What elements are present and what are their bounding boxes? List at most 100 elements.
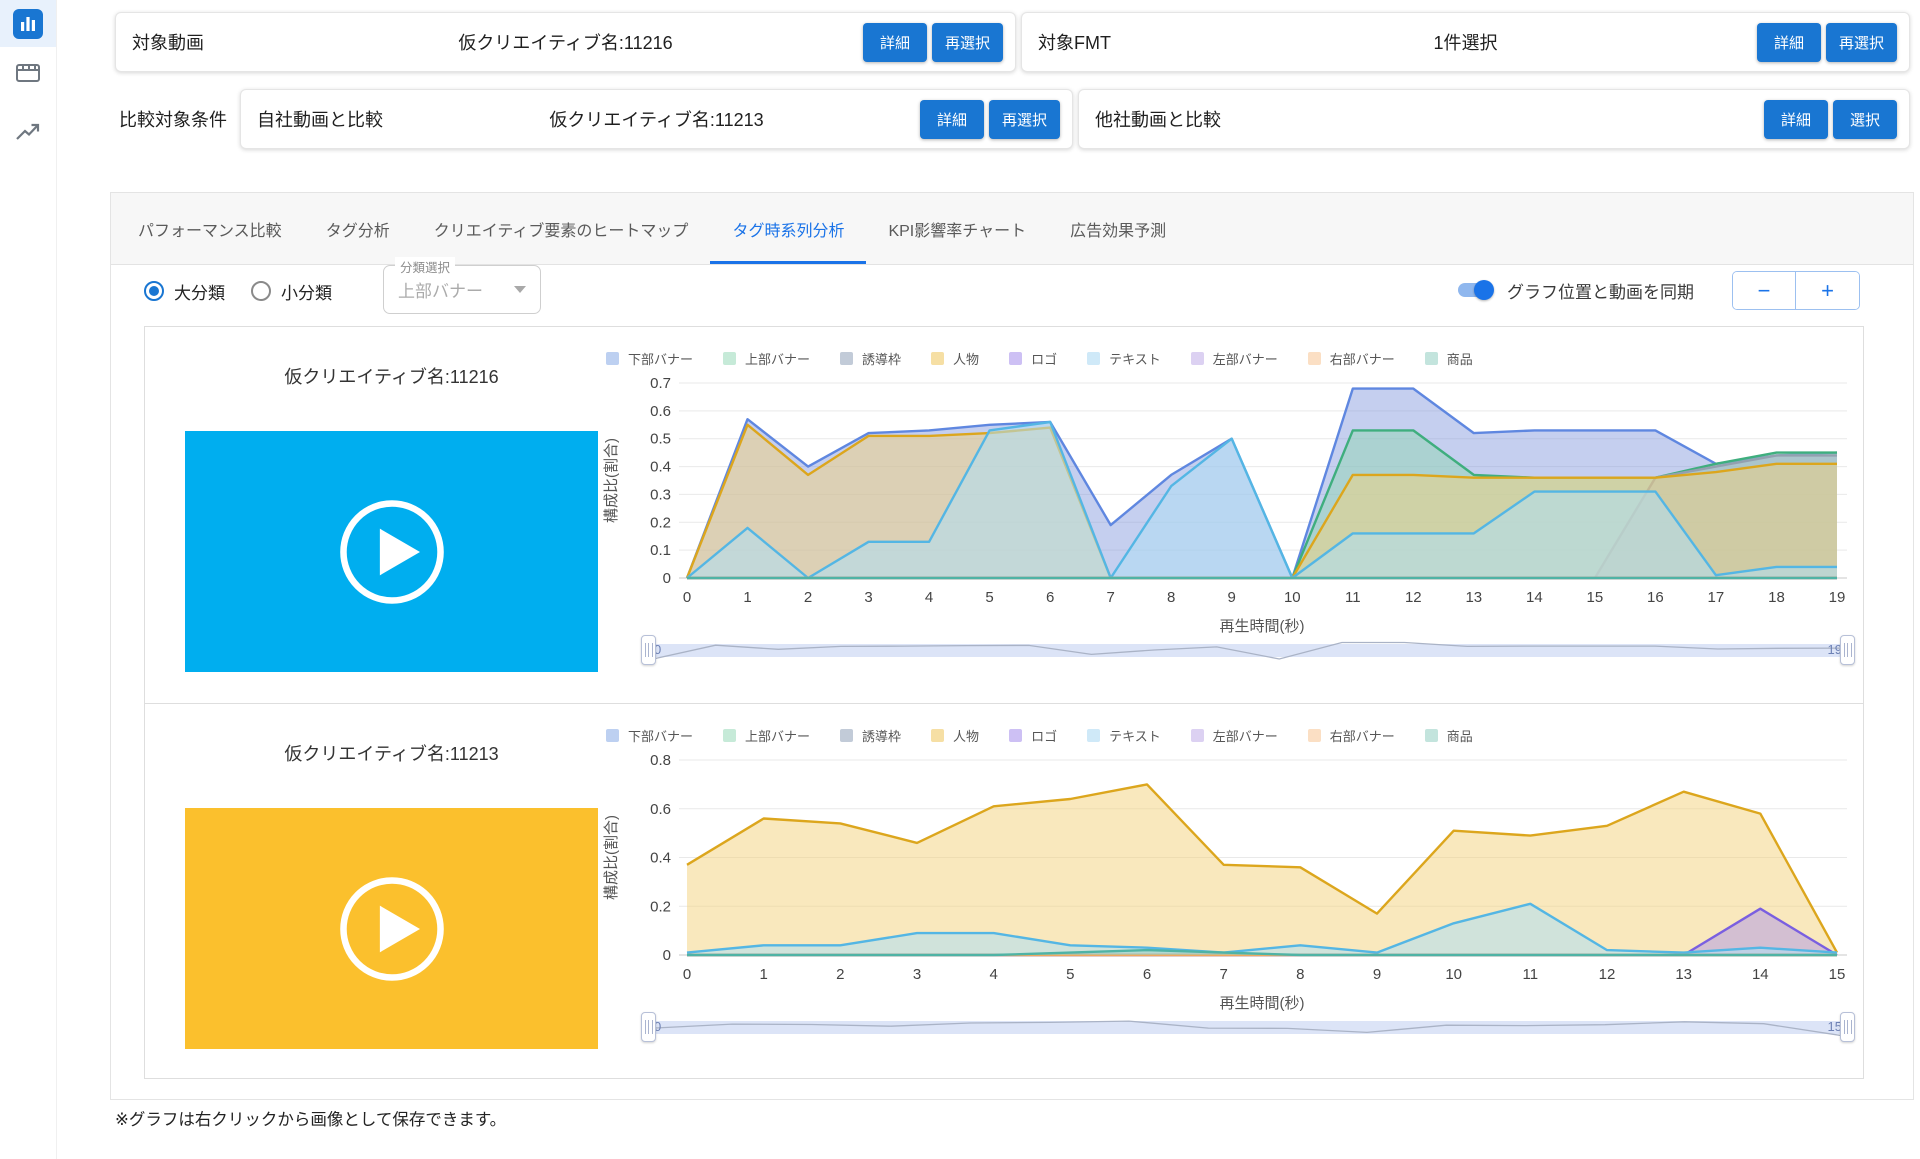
- legend-item-人物[interactable]: 人物: [931, 726, 1009, 745]
- competitor-video-comparison-box: 他社動画と比較 詳細 選択: [1078, 89, 1910, 149]
- video-thumbnail[interactable]: [185, 431, 598, 672]
- video-title: 仮クリエイティブ名:11213: [185, 740, 598, 766]
- tab-creative-heatmap[interactable]: クリエイティブ要素のヒートマップ: [412, 193, 711, 264]
- legend-item-テキスト[interactable]: テキスト: [1087, 349, 1191, 368]
- legend-item-商品[interactable]: 商品: [1425, 349, 1503, 368]
- x-tick-label: 15: [1587, 589, 1604, 606]
- video-clapper-icon: [14, 59, 42, 87]
- tab-tag-analysis[interactable]: タグ分析: [304, 193, 412, 264]
- reselect-button[interactable]: 再選択: [989, 100, 1060, 139]
- y-tick-label: 0.1: [650, 542, 671, 559]
- sparkline-path: [653, 1021, 1843, 1036]
- tab-performance-comparison[interactable]: パフォーマンス比較: [116, 193, 304, 264]
- own-video-buttons: 詳細 再選択: [920, 100, 1060, 139]
- legend-item-右部バナー[interactable]: 右部バナー: [1308, 726, 1425, 745]
- radio-major-category[interactable]: 大分類: [144, 279, 225, 304]
- tab-kpi-impact-chart[interactable]: KPI影響率チャート: [866, 193, 1048, 264]
- target-video-label: 対象動画: [132, 29, 204, 55]
- radio-icon: [251, 281, 271, 301]
- x-tick-label: 4: [990, 966, 998, 983]
- x-tick-label: 15: [1829, 966, 1846, 983]
- legend-item-テキスト[interactable]: テキスト: [1087, 726, 1191, 745]
- video-panel-11216: 仮クリエイティブ名:11216 下部バナー 上部バナー 誘導枠人物 ロゴ テキスト 左部バ…: [144, 326, 1864, 704]
- legend-swatch-icon: [606, 729, 619, 742]
- legend-item-下部バナー[interactable]: 下部バナー: [606, 349, 723, 368]
- legend-label: 左部バナー: [1213, 726, 1278, 745]
- category-select-label: 分類選択: [395, 257, 455, 276]
- x-tick-label: 2: [804, 589, 812, 606]
- y-tick-label: 0: [663, 570, 671, 587]
- detail-button[interactable]: 詳細: [863, 23, 927, 62]
- legend-item-ロゴ[interactable]: ロゴ: [1009, 349, 1087, 368]
- chart-legend: 下部バナー上部バナー誘導枠人物 ロゴ テキスト 左部バナー 右部バナー 商品: [606, 726, 1503, 745]
- radio-minor-category[interactable]: 小分類: [251, 279, 332, 304]
- slider-handle-left[interactable]: [641, 1012, 656, 1042]
- legend-item-上部バナー[interactable]: 上部バナー: [723, 349, 840, 368]
- x-tick-label: 16: [1647, 589, 1664, 606]
- tab-ad-effect-prediction[interactable]: 広告効果予測: [1048, 193, 1188, 264]
- select-button[interactable]: 選択: [1833, 100, 1897, 139]
- legend-label: 上部バナー: [745, 349, 810, 368]
- x-tick-label: 14: [1752, 966, 1769, 983]
- sidebar-item-trends[interactable]: [0, 108, 56, 155]
- legend-item-左部バナー[interactable]: 左部バナー: [1191, 349, 1308, 368]
- reselect-button[interactable]: 再選択: [932, 23, 1003, 62]
- y-tick-label: 0: [663, 947, 671, 964]
- y-tick-label: 0.2: [650, 514, 671, 531]
- legend-item-左部バナー[interactable]: 左部バナー: [1191, 726, 1308, 745]
- slider-handle-right[interactable]: [1840, 635, 1855, 665]
- legend-swatch-icon: [1191, 352, 1204, 365]
- toggle-knob: [1474, 280, 1494, 300]
- y-tick-label: 0.2: [650, 898, 671, 915]
- play-icon: [336, 496, 448, 608]
- sidebar-item-analytics[interactable]: [0, 0, 56, 47]
- category-select[interactable]: 分類選択 上部バナー: [383, 265, 541, 314]
- sync-toggle[interactable]: [1456, 279, 1494, 301]
- legend-label: ロゴ: [1031, 726, 1057, 745]
- legend-item-下部バナー[interactable]: 下部バナー: [606, 726, 723, 745]
- detail-button[interactable]: 詳細: [1757, 23, 1821, 62]
- sidebar: [0, 0, 57, 1159]
- range-slider[interactable]: 0 15: [649, 1021, 1847, 1034]
- x-tick-label: 7: [1107, 589, 1115, 606]
- x-tick-label: 0: [683, 966, 691, 983]
- sidebar-item-videos[interactable]: [0, 49, 56, 96]
- y-tick-label: 0.4: [650, 459, 671, 476]
- detail-button[interactable]: 詳細: [920, 100, 984, 139]
- video-title: 仮クリエイティブ名:11216: [185, 363, 598, 389]
- video-thumbnail[interactable]: [185, 808, 598, 1049]
- legend-label: ロゴ: [1031, 349, 1057, 368]
- legend-swatch-icon: [1009, 352, 1022, 365]
- x-tick-label: 11: [1345, 589, 1361, 606]
- legend-item-ロゴ[interactable]: ロゴ: [1009, 726, 1087, 745]
- y-tick-label: 0.6: [650, 801, 671, 818]
- x-tick-label: 9: [1373, 966, 1381, 983]
- x-tick-label: 0: [683, 589, 691, 606]
- zoom-out-button[interactable]: −: [1733, 272, 1796, 309]
- legend-item-上部バナー[interactable]: 上部バナー: [723, 726, 840, 745]
- legend-item-右部バナー[interactable]: 右部バナー: [1308, 349, 1425, 368]
- legend-label: 商品: [1447, 726, 1473, 745]
- tab-tag-timeseries[interactable]: タグ時系列分析: [710, 193, 866, 264]
- sync-toggle-label: グラフ位置と動画を同期: [1507, 278, 1694, 303]
- zoom-in-button[interactable]: +: [1796, 272, 1859, 309]
- legend-item-誘導枠[interactable]: 誘導枠: [840, 726, 931, 745]
- x-axis-title: 再生時間(秒): [687, 992, 1837, 1013]
- page: 対象動画 仮クリエイティブ名:11216 詳細 再選択 対象FMT 1件選択 詳…: [0, 0, 1920, 1159]
- comparison-conditions-label: 比較対象条件: [119, 89, 227, 149]
- panel-video-column: 仮クリエイティブ名:11216: [145, 327, 600, 703]
- y-tick-label: 0.5: [650, 431, 671, 448]
- legend-item-人物[interactable]: 人物: [931, 349, 1009, 368]
- slider-handle-right[interactable]: [1840, 1012, 1855, 1042]
- reselect-button[interactable]: 再選択: [1826, 23, 1897, 62]
- slider-handle-left[interactable]: [641, 635, 656, 665]
- legend-item-商品[interactable]: 商品: [1425, 726, 1503, 745]
- legend-item-誘導枠[interactable]: 誘導枠: [840, 349, 931, 368]
- x-tick-label: 5: [985, 589, 993, 606]
- legend-label: 左部バナー: [1213, 349, 1278, 368]
- x-tick-label: 3: [913, 966, 921, 983]
- detail-button[interactable]: 詳細: [1764, 100, 1828, 139]
- legend-swatch-icon: [723, 729, 736, 742]
- range-slider[interactable]: 0 19: [649, 644, 1847, 657]
- legend-label: 商品: [1447, 349, 1473, 368]
